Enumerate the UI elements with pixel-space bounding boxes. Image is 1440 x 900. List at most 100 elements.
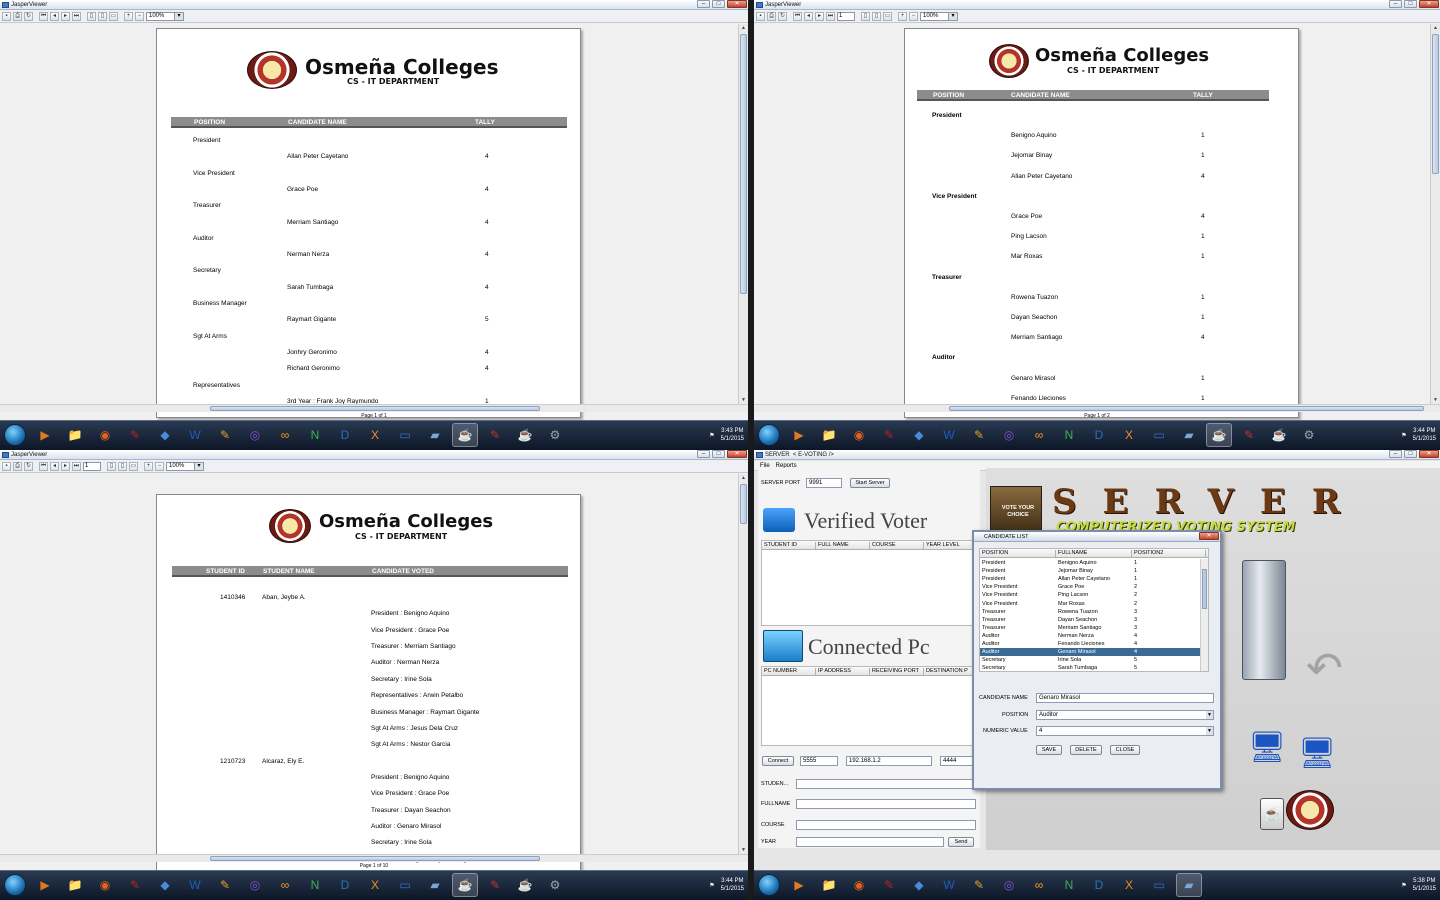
- clock[interactable]: 5:38 PM 5/1/2015: [1413, 877, 1436, 893]
- zoom-select[interactable]: 100%: [146, 12, 184, 21]
- scroll-up-icon[interactable]: ▲: [1431, 24, 1440, 32]
- col-receiving-port[interactable]: RECEIVING PORT: [870, 668, 924, 675]
- candidate-row[interactable]: Auditor Genaro Mirasol 4: [980, 648, 1200, 657]
- reload-icon[interactable]: ↻: [24, 12, 33, 21]
- ip-address-field[interactable]: 192.168.1.2: [846, 756, 932, 766]
- prev-page-icon[interactable]: ◂: [50, 12, 59, 21]
- print-icon[interactable]: ⎙: [13, 462, 22, 471]
- next-page-icon[interactable]: ▸: [61, 12, 70, 21]
- chevron-down-icon[interactable]: ▼: [1206, 711, 1213, 719]
- course-field[interactable]: [796, 820, 976, 830]
- fit-width-icon[interactable]: ▭: [883, 12, 892, 21]
- paint-icon[interactable]: ✎: [966, 423, 992, 447]
- virtualbox-icon[interactable]: ◆: [152, 873, 178, 897]
- candidate-row[interactable]: President Allan Peter Cayetano 1: [980, 575, 1200, 583]
- last-page-icon[interactable]: ⏭: [72, 462, 81, 471]
- devcpp-icon[interactable]: D: [1086, 423, 1112, 447]
- save-icon[interactable]: ▪: [756, 12, 765, 21]
- first-page-icon[interactable]: ⏮: [39, 462, 48, 471]
- scroll-down-icon[interactable]: ▼: [739, 396, 748, 404]
- col-position2[interactable]: POSITION2: [1132, 550, 1206, 557]
- java-running-icon[interactable]: ☕: [512, 873, 538, 897]
- minimize-button[interactable]: –: [697, 450, 710, 458]
- explorer-icon[interactable]: 📁: [62, 873, 88, 897]
- explorer-icon[interactable]: 📁: [62, 423, 88, 447]
- paint-icon[interactable]: ✎: [966, 873, 992, 897]
- fit-width-icon[interactable]: ▭: [109, 12, 118, 21]
- virtualbox-icon[interactable]: ◆: [906, 423, 932, 447]
- start-button[interactable]: [4, 874, 26, 896]
- col-full-name[interactable]: FULL NAME: [816, 542, 870, 549]
- scroll-thumb[interactable]: [1432, 34, 1439, 174]
- firefox-icon[interactable]: ◉: [92, 873, 118, 897]
- java-icon[interactable]: ∞: [1026, 873, 1052, 897]
- maximize-button[interactable]: □: [1404, 450, 1417, 458]
- save-icon[interactable]: ▪: [2, 12, 11, 21]
- start-button[interactable]: [4, 424, 26, 446]
- candidate-row[interactable]: Auditor Fenando Lleciones 4: [980, 640, 1200, 648]
- candidate-row[interactable]: Vice President Mar Roxas 2: [980, 600, 1200, 608]
- last-page-icon[interactable]: ⏭: [72, 12, 81, 21]
- connect-button[interactable]: Connect: [762, 756, 794, 766]
- last-page-icon[interactable]: ⏭: [826, 12, 835, 21]
- word-icon[interactable]: W: [936, 423, 962, 447]
- reload-icon[interactable]: ↻: [24, 462, 33, 471]
- monitor-icon[interactable]: ▭: [1146, 423, 1172, 447]
- position-select[interactable]: Auditor: [1036, 710, 1214, 720]
- first-page-icon[interactable]: ⏮: [793, 12, 802, 21]
- virtualbox-icon[interactable]: ◆: [152, 423, 178, 447]
- fullname-field[interactable]: [796, 799, 976, 809]
- candidate-row[interactable]: Vice President Grace Poe 2: [980, 583, 1200, 591]
- zoom-out-icon[interactable]: −: [155, 462, 164, 471]
- notepadpp-icon[interactable]: N: [1056, 873, 1082, 897]
- filezilla-icon[interactable]: ✎: [1236, 423, 1262, 447]
- candidate-row[interactable]: Treasurer Rowena Tuazon 3: [980, 608, 1200, 616]
- media-player-icon[interactable]: ▶: [32, 873, 58, 897]
- monitor-icon[interactable]: ▭: [392, 873, 418, 897]
- word-icon[interactable]: W: [182, 423, 208, 447]
- xampp-icon[interactable]: X: [1116, 873, 1142, 897]
- scroll-up-icon[interactable]: ▲: [739, 474, 748, 482]
- maximize-button[interactable]: □: [1404, 0, 1417, 8]
- acrobat-icon[interactable]: ✎: [122, 423, 148, 447]
- flag-icon[interactable]: ⚑: [709, 882, 714, 889]
- filezilla-icon[interactable]: ✎: [482, 423, 508, 447]
- reload-icon[interactable]: ↻: [778, 12, 787, 21]
- scroll-thumb[interactable]: [740, 484, 747, 524]
- virtual-pc-icon[interactable]: ▰: [422, 423, 448, 447]
- java-running-icon[interactable]: ☕: [512, 423, 538, 447]
- netbeans-icon[interactable]: ☕: [452, 873, 478, 897]
- xampp-icon[interactable]: X: [362, 873, 388, 897]
- notepadpp-icon[interactable]: N: [302, 423, 328, 447]
- delete-button[interactable]: DELETE: [1070, 745, 1102, 755]
- word-icon[interactable]: W: [182, 873, 208, 897]
- scroll-down-icon[interactable]: ▼: [1431, 396, 1440, 404]
- candidate-row[interactable]: President Benigno Aquino 1: [980, 559, 1200, 567]
- eclipse-icon[interactable]: ◎: [996, 423, 1022, 447]
- virtual-pc-icon[interactable]: ▰: [422, 873, 448, 897]
- candidate-row[interactable]: Treasurer Merriam Santiago 3: [980, 624, 1200, 632]
- actual-size-icon[interactable]: ▯: [107, 462, 116, 471]
- horizontal-scrollbar[interactable]: [754, 404, 1440, 412]
- hscroll-thumb[interactable]: [210, 856, 540, 861]
- fit-page-icon[interactable]: ▯: [872, 12, 881, 21]
- col-fullname[interactable]: FULLNAME: [1056, 550, 1132, 557]
- horizontal-scrollbar[interactable]: [0, 854, 748, 862]
- zoom-out-icon[interactable]: −: [135, 12, 144, 21]
- col-student-id[interactable]: STUDENT ID: [762, 542, 816, 549]
- clock[interactable]: 3:44 PM 5/1/2015: [721, 877, 744, 893]
- zoom-select[interactable]: 100%: [166, 462, 204, 471]
- acrobat-icon[interactable]: ✎: [876, 423, 902, 447]
- print-icon[interactable]: ⎙: [767, 12, 776, 21]
- verified-voter-table[interactable]: STUDENT ID FULL NAME COURSE YEAR LEVEL: [761, 540, 980, 626]
- eclipse-icon[interactable]: ◎: [242, 423, 268, 447]
- close-button[interactable]: ✕: [727, 450, 747, 458]
- year-field[interactable]: [796, 837, 944, 847]
- paint-icon[interactable]: ✎: [212, 873, 238, 897]
- word-icon[interactable]: W: [936, 873, 962, 897]
- filezilla-icon[interactable]: ✎: [482, 873, 508, 897]
- port-field-1[interactable]: 5555: [800, 756, 838, 766]
- table-scroll-thumb[interactable]: [1202, 569, 1207, 609]
- devcpp-icon[interactable]: D: [332, 423, 358, 447]
- virtual-pc-icon[interactable]: ▰: [1176, 873, 1202, 897]
